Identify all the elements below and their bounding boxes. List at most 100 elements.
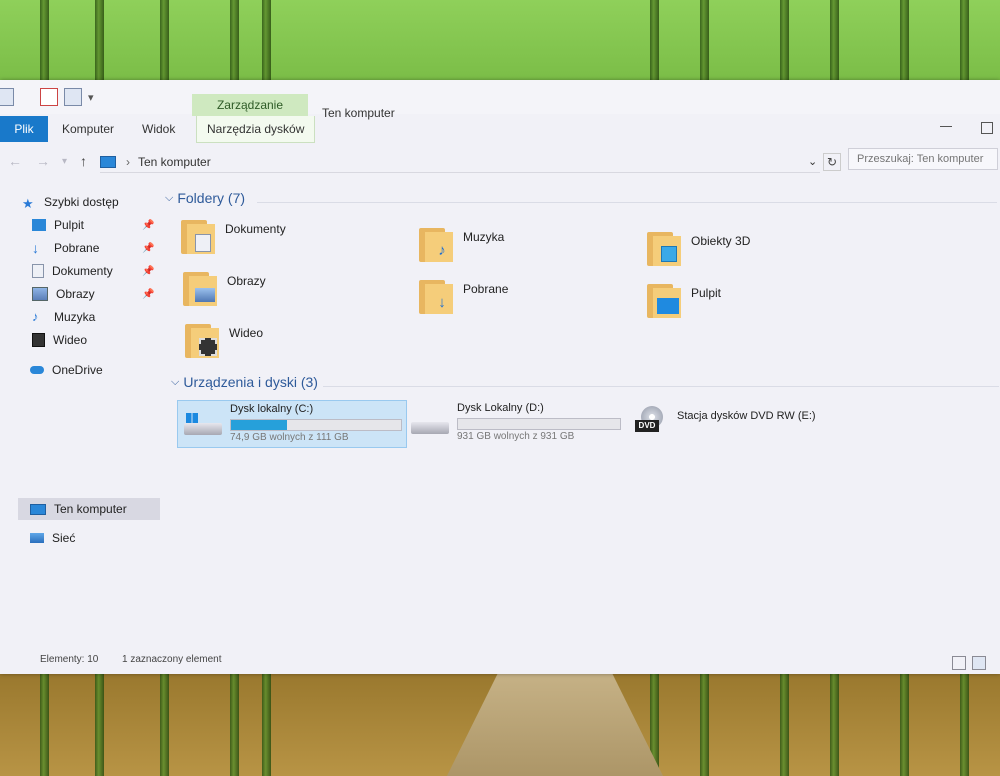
documents-folder-icon <box>181 216 215 254</box>
refresh-icon[interactable]: ↻ <box>823 153 841 171</box>
address-bar[interactable]: › Ten komputer <box>100 152 820 173</box>
folder-desktop[interactable]: Pulpit <box>647 280 721 318</box>
sidebar-item-label: Pulpit <box>54 218 85 232</box>
dvd-drive-icon: DVD <box>635 406 663 436</box>
sidebar-item-label: Pobrane <box>54 241 100 255</box>
sidebar-item-documents[interactable]: Dokumenty <box>32 261 113 281</box>
sidebar-item-label: Muzyka <box>54 310 96 324</box>
folder-label: Obrazy <box>227 274 266 288</box>
pictures-folder-icon <box>183 268 217 306</box>
selection-count: 1 zaznaczony element <box>122 654 222 665</box>
group-title: Foldery (7) <box>177 190 246 206</box>
item-count: Elementy: 10 <box>40 654 99 665</box>
pin-icon: 📌 <box>142 220 155 231</box>
chevron-down-icon[interactable]: ▾ <box>88 91 94 104</box>
address-row: ← → ▾ ↑ › Ten komputer ⌄ ↻ <box>0 144 1000 180</box>
cube-folder-icon <box>647 228 681 266</box>
sidebar-item-quick-access[interactable]: ★ Szybki dostęp <box>22 192 119 212</box>
sidebar-item-label: Szybki dostęp <box>44 195 119 209</box>
hard-drive-icon <box>184 413 222 437</box>
computer-icon <box>30 503 46 515</box>
drive-d[interactable]: Dysk Lokalny (D:) 931 GB wolnych z 931 G… <box>405 400 625 446</box>
folder-3d-objects[interactable]: Obiekty 3D <box>647 228 750 266</box>
drive-free-space: 931 GB wolnych z 931 GB <box>457 431 575 442</box>
folder-documents[interactable]: Dokumenty <box>181 216 286 254</box>
sidebar-item-downloads[interactable]: ↓ Pobrane <box>32 238 99 258</box>
download-arrow-icon: ↓ <box>32 240 39 256</box>
folder-videos[interactable]: Wideo <box>185 320 263 358</box>
tab-view[interactable]: Widok <box>132 116 185 142</box>
music-folder-icon: ♪ <box>419 224 453 262</box>
new-folder-icon[interactable] <box>64 88 82 106</box>
sidebar-item-desktop[interactable]: Pulpit <box>32 215 84 235</box>
ribbon-tabs: Plik Komputer Widok Narzędzia dysków <box>0 116 1000 143</box>
breadcrumb[interactable]: Ten komputer <box>138 155 211 169</box>
tab-disk-tools[interactable]: Narzędzia dysków <box>196 116 316 143</box>
dvd-badge: DVD <box>635 420 659 432</box>
folder-label: Wideo <box>229 326 264 340</box>
network-icon <box>30 533 44 543</box>
hard-drive-icon <box>411 414 449 436</box>
details-view-icon[interactable] <box>952 656 966 670</box>
forward-arrow-icon[interactable]: → <box>36 153 50 169</box>
large-icons-view-icon[interactable] <box>972 656 986 670</box>
drive-usage-bar <box>457 418 621 430</box>
sidebar-item-label: Obrazy <box>56 287 95 301</box>
sidebar-item-music[interactable]: ♪ Muzyka <box>32 307 95 327</box>
computer-icon[interactable] <box>0 88 14 106</box>
pin-icon: 📌 <box>142 243 155 254</box>
chevron-down-icon[interactable]: ⌄ <box>808 155 817 168</box>
sidebar-item-network[interactable]: Sieć <box>30 528 75 548</box>
folder-label: Dokumenty <box>225 222 286 236</box>
tab-computer[interactable]: Komputer <box>52 116 124 142</box>
folder-label: Pobrane <box>463 282 509 296</box>
file-explorer-window: ▾ Zarządzanie Ten komputer Plik Komputer… <box>0 80 1000 674</box>
sidebar-item-label: Sieć <box>52 531 76 545</box>
devices-group-header[interactable]: ⌵ Urządzenia i dyski (3) <box>165 374 318 390</box>
chevron-down-icon: ⌵ <box>165 191 174 204</box>
group-title: Urządzenia i dyski (3) <box>183 374 318 390</box>
film-icon <box>32 333 45 347</box>
drive-c[interactable]: Dysk lokalny (C:) 74,9 GB wolnych z 111 … <box>177 400 407 448</box>
drive-label: Dysk lokalny (C:) <box>230 403 314 415</box>
folders-group-header[interactable]: ⌵ Foldery (7) <box>165 190 245 206</box>
sidebar-item-label: Wideo <box>53 333 88 347</box>
sidebar-item-pictures[interactable]: Obrazy <box>32 284 95 304</box>
folder-pictures[interactable]: Obrazy <box>183 268 266 306</box>
desktop-icon <box>32 219 46 231</box>
folder-music[interactable]: ♪ Muzyka <box>419 224 504 262</box>
pictures-icon <box>32 287 48 301</box>
status-bar: Elementy: 10 1 zaznaczony element <box>0 652 1000 674</box>
sidebar-item-label: Dokumenty <box>52 264 113 278</box>
chevron-down-icon: ⌵ <box>171 375 180 388</box>
document-icon <box>32 264 44 278</box>
up-arrow-icon[interactable]: ↑ <box>80 153 87 169</box>
content-pane: ⌵ Foldery (7) Dokumenty ♪ Muzyka Obiekty <box>165 188 1000 652</box>
navigation-pane: ★ Szybki dostęp Pulpit 📌 ↓ Pobrane 📌 Dok… <box>0 188 165 652</box>
star-icon: ★ <box>22 196 34 211</box>
pin-icon: 📌 <box>142 289 155 300</box>
desktop-folder-icon <box>647 280 681 318</box>
properties-icon[interactable] <box>40 88 58 106</box>
folder-label: Muzyka <box>463 230 505 244</box>
sidebar-item-this-pc[interactable]: Ten komputer <box>30 499 127 519</box>
chevron-right-icon: › <box>126 155 130 169</box>
search-input[interactable] <box>848 148 998 170</box>
drive-label: Dysk Lokalny (D:) <box>457 402 544 414</box>
recent-locations-icon[interactable]: ▾ <box>62 156 67 167</box>
back-arrow-icon[interactable]: ← <box>8 153 22 169</box>
videos-folder-icon <box>185 320 219 358</box>
computer-icon <box>100 156 116 168</box>
folder-label: Obiekty 3D <box>691 234 751 248</box>
sidebar-item-label: OneDrive <box>52 363 103 377</box>
drive-e[interactable]: DVD Stacja dysków DVD RW (E:) <box>629 400 849 446</box>
pin-icon: 📌 <box>142 266 155 277</box>
sidebar-item-videos[interactable]: Wideo <box>32 330 87 350</box>
sidebar-item-label: Ten komputer <box>54 502 127 516</box>
folder-downloads[interactable]: ↓ Pobrane <box>419 276 508 314</box>
context-tab-group: Zarządzanie <box>192 94 308 116</box>
tab-file[interactable]: Plik <box>0 116 48 142</box>
sidebar-item-onedrive[interactable]: OneDrive <box>30 360 103 380</box>
downloads-folder-icon: ↓ <box>419 276 453 314</box>
cloud-icon <box>30 366 44 374</box>
